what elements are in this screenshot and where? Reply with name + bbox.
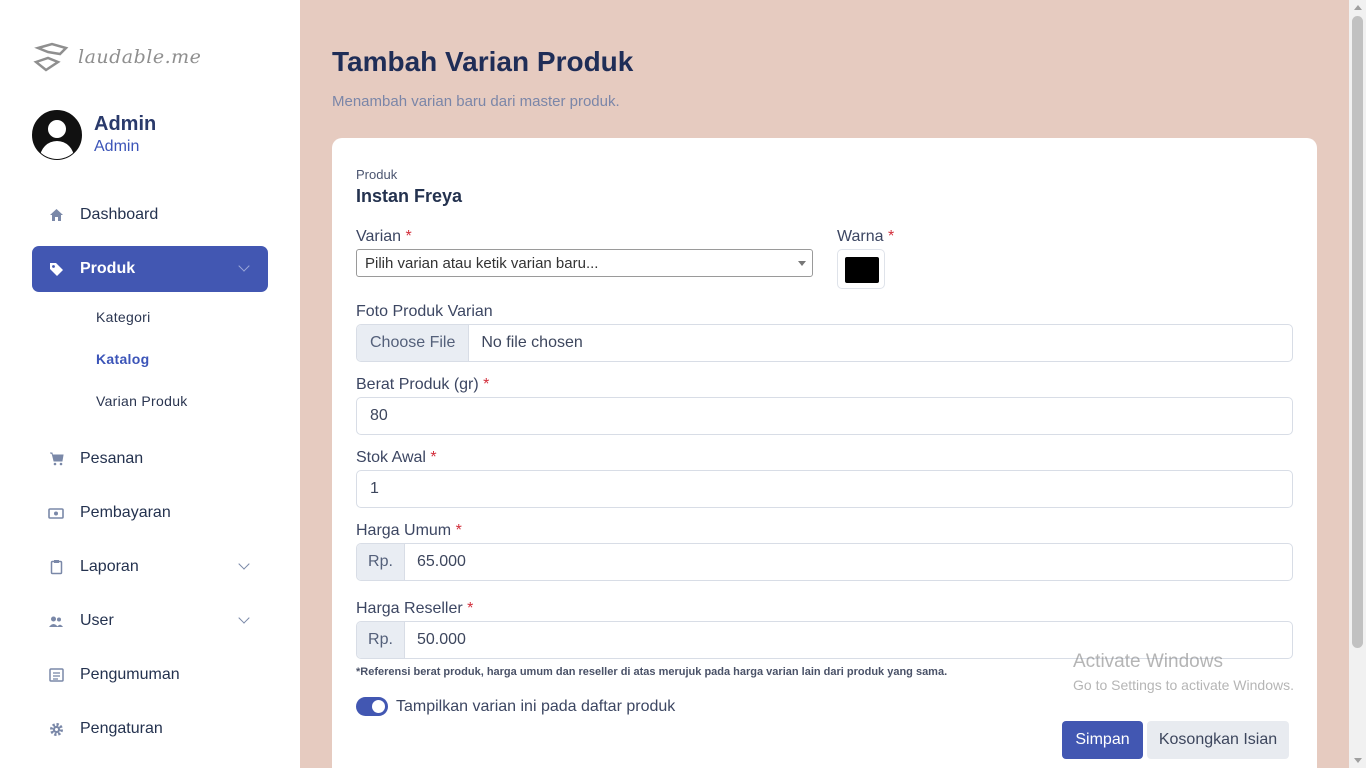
page-subtitle: Menambah varian baru dari master produk. (332, 93, 620, 110)
sidebar-item-label: Pembayaran (80, 504, 171, 521)
produk-value: Instan Freya (356, 186, 463, 206)
sidebar-nav: Dashboard Produk Kategori Katalog Varian… (32, 192, 268, 752)
show-variant-toggle[interactable] (356, 697, 388, 716)
harga-reseller-input[interactable]: 50.000 (405, 622, 466, 658)
tag-icon (48, 261, 64, 277)
sidebar-item-laporan[interactable]: Laporan (32, 544, 268, 590)
newspaper-icon (48, 667, 64, 683)
chevron-down-icon (238, 558, 250, 570)
reference-note: *Referensi berat produk, harga umum dan … (356, 666, 948, 678)
sidebar-item-label: Pengumuman (80, 666, 180, 683)
logo-text: laudable.me (78, 46, 202, 68)
watermark-line1: Activate Windows (1073, 651, 1223, 672)
warna-label: Warna * (837, 228, 895, 245)
profile-name: Admin (94, 113, 157, 135)
harga-umum-input[interactable]: 65.000 (405, 544, 466, 580)
toggle-knob (372, 700, 385, 713)
required-mark: * (467, 600, 474, 617)
sidebar-item-produk[interactable]: Produk (32, 246, 268, 292)
choose-file-button[interactable]: Choose File (357, 325, 470, 361)
sidebar-item-label: User (80, 612, 114, 629)
cash-icon (48, 505, 64, 521)
sidebar-subitem-kategori[interactable]: Kategori (32, 296, 268, 338)
chevron-down-icon (238, 260, 250, 272)
sidebar-item-label: Dashboard (80, 206, 159, 223)
varian-select-placeholder: Pilih varian atau ketik varian baru... (365, 255, 599, 272)
toggle-label: Tampilkan varian ini pada daftar produk (396, 698, 676, 715)
watermark-line2: Go to Settings to activate Windows. (1073, 677, 1294, 693)
required-mark: * (455, 522, 462, 539)
required-mark: * (887, 228, 895, 245)
color-swatch (845, 257, 879, 283)
varian-label: Varian * (356, 228, 412, 245)
scroll-up-arrow-icon[interactable] (1354, 5, 1362, 10)
stok-input[interactable]: 1 (356, 470, 1293, 508)
produk-label: Produk (356, 167, 398, 182)
warna-color-picker[interactable] (837, 249, 885, 289)
sidebar-item-user[interactable]: User (32, 598, 268, 644)
avatar[interactable] (32, 110, 82, 160)
currency-prefix: Rp. (357, 622, 405, 658)
profile-role: Admin (94, 138, 140, 155)
sidebar-item-dashboard[interactable]: Dashboard (32, 192, 268, 238)
cart-icon (48, 451, 64, 467)
brand-logo[interactable]: laudable.me (32, 40, 201, 74)
required-mark: * (483, 376, 490, 393)
reset-button[interactable]: Kosongkan Isian (1147, 721, 1289, 759)
home-icon (48, 207, 64, 223)
sidebar-item-label: Pesanan (80, 450, 144, 467)
page-scrollbar[interactable] (1349, 0, 1366, 768)
required-mark: * (430, 449, 437, 466)
sidebar-item-pengumuman[interactable]: Pengumuman (32, 652, 268, 698)
foto-file-input[interactable]: Choose File No file chosen (356, 324, 1293, 362)
page-title: Tambah Varian Produk (332, 46, 634, 77)
foto-label: Foto Produk Varian (356, 303, 493, 320)
file-status: No file chosen (481, 334, 583, 351)
varian-select[interactable]: Pilih varian atau ketik varian baru... (356, 249, 813, 277)
sidebar-item-label: Pengaturan (80, 720, 163, 737)
sidebar-subitem-katalog[interactable]: Katalog (32, 338, 268, 380)
sidebar-item-pembayaran[interactable]: Pembayaran (32, 490, 268, 536)
sidebar-item-pesanan[interactable]: Pesanan (32, 436, 268, 482)
harga-umum-label: Harga Umum * (356, 522, 462, 539)
harga-reseller-label: Harga Reseller * (356, 600, 474, 617)
currency-prefix: Rp. (357, 544, 405, 580)
chevron-down-icon (798, 261, 806, 266)
sidebar-subitem-varian-produk[interactable]: Varian Produk (32, 380, 268, 422)
berat-input[interactable]: 80 (356, 397, 1293, 435)
sidebar-item-label: Laporan (80, 558, 139, 575)
users-icon (48, 613, 64, 629)
sidebar-item-pengaturan[interactable]: Pengaturan (32, 706, 268, 752)
windows-activation-watermark: Activate Windows Go to Settings to activ… (1073, 651, 1294, 693)
save-button[interactable]: Simpan (1062, 721, 1143, 759)
user-profile: Admin Admin (32, 110, 156, 160)
gear-icon (48, 721, 64, 737)
chevron-down-icon (238, 612, 250, 624)
stok-label: Stok Awal * (356, 449, 437, 466)
sidebar: laudable.me Admin Admin Dashboard Produk… (0, 0, 300, 768)
scroll-thumb[interactable] (1352, 16, 1363, 648)
harga-umum-input-group: Rp. 65.000 (356, 543, 1293, 581)
sidebar-item-label: Produk (80, 260, 136, 277)
scroll-down-arrow-icon[interactable] (1354, 758, 1362, 763)
clipboard-icon (48, 559, 64, 575)
required-mark: * (405, 228, 412, 245)
logo-mark-icon (33, 42, 69, 72)
berat-label: Berat Produk (gr) * (356, 376, 490, 393)
